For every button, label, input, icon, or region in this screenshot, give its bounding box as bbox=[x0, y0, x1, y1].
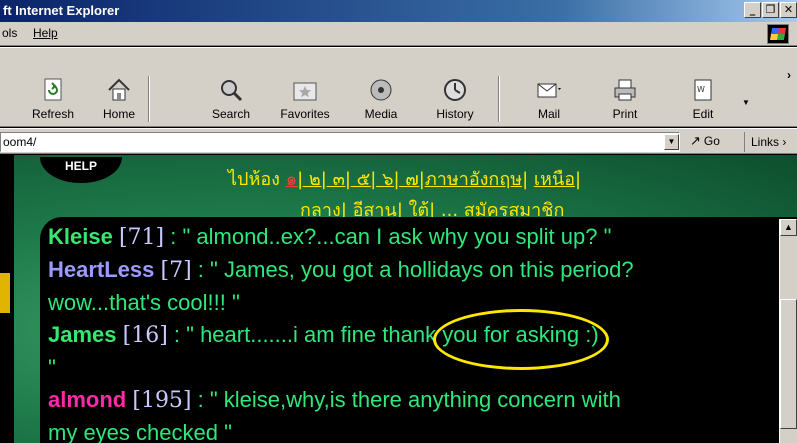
chat-message: : " heart.......i am fine thank you for … bbox=[167, 322, 599, 347]
chat-username[interactable]: Kleise bbox=[48, 224, 113, 249]
toolbar-overflow-chevron-icon[interactable]: › bbox=[787, 68, 791, 82]
history-icon bbox=[441, 76, 469, 104]
search-button[interactable]: Search bbox=[200, 76, 262, 121]
chat-line: James [16] : " heart.......i am fine tha… bbox=[48, 319, 768, 352]
favorites-icon bbox=[291, 76, 319, 104]
nav-room-1-link[interactable]: ๑ bbox=[286, 169, 297, 190]
go-button[interactable]: ↗ Go bbox=[690, 134, 720, 149]
refresh-label: Refresh bbox=[31, 107, 75, 121]
address-bar: oom4/ ▼ ↗ Go Links › bbox=[0, 128, 797, 154]
help-button[interactable]: HELP bbox=[40, 157, 122, 183]
chat-line: Kleise [71] : " almond..ex?...can I ask … bbox=[48, 221, 768, 254]
toolbar-separator bbox=[498, 76, 500, 122]
chat-log: Kleise [71] : " almond..ex?...can I ask … bbox=[48, 221, 768, 443]
print-button[interactable]: Print bbox=[594, 76, 656, 121]
close-button[interactable]: ✕ bbox=[780, 2, 797, 18]
chat-post-count: [71] bbox=[118, 225, 165, 250]
mail-button[interactable]: Mail bbox=[518, 76, 580, 121]
chat-line: my eyes checked " bbox=[48, 417, 768, 443]
window-title-bar: ft Internet Explorer _ ❐ ✕ bbox=[0, 0, 797, 22]
menu-bar: ols Help bbox=[0, 22, 797, 46]
chat-message: wow...that's cool!!! " bbox=[48, 290, 240, 315]
address-dropdown-icon[interactable]: ▼ bbox=[664, 134, 679, 150]
chat-message: : " almond..ex?...can I ask why you spli… bbox=[164, 224, 612, 249]
edit-label: Edit bbox=[692, 107, 714, 121]
nav-room-links[interactable]: | ๒| ๓| ๕| ๖| ๗| bbox=[297, 169, 425, 190]
print-icon bbox=[611, 76, 639, 104]
svg-text:W: W bbox=[697, 85, 705, 94]
standard-toolbar: Refresh Home Search Favorites Media Hist… bbox=[0, 47, 797, 127]
links-button[interactable]: Links › bbox=[744, 132, 786, 152]
chat-message: : " James, you got a hollidays on this p… bbox=[191, 257, 634, 282]
home-label: Home bbox=[102, 107, 135, 121]
search-label: Search bbox=[211, 107, 251, 121]
chat-panel: Kleise [71] : " almond..ex?...can I ask … bbox=[40, 217, 797, 443]
page-content: HELP ไปห้อง ๑| ๒| ๓| ๕| ๖| ๗|ภาษาอังกฤษ|… bbox=[0, 155, 797, 443]
go-label: Go bbox=[703, 134, 720, 148]
minimize-button[interactable]: _ bbox=[744, 2, 761, 18]
chat-post-count: [16] bbox=[122, 323, 168, 348]
go-arrow-icon: ↗ bbox=[690, 134, 701, 149]
restore-button[interactable]: ❐ bbox=[762, 2, 779, 18]
menu-help[interactable]: Help bbox=[33, 26, 58, 40]
left-frame-strip bbox=[0, 155, 14, 443]
favorites-label: Favorites bbox=[280, 107, 330, 121]
edit-dropdown-arrow-icon[interactable]: ▼ bbox=[742, 98, 750, 107]
media-button[interactable]: Media bbox=[350, 76, 412, 121]
window-title: ft Internet Explorer bbox=[3, 3, 120, 18]
scroll-thumb[interactable] bbox=[780, 299, 797, 429]
home-button[interactable]: Home bbox=[88, 76, 150, 121]
chat-line: almond [195] : " kleise,why,is there any… bbox=[48, 384, 768, 417]
nav-sep: | bbox=[575, 169, 582, 190]
menu-tools[interactable]: ols bbox=[2, 26, 17, 40]
chat-username[interactable]: HeartLess bbox=[48, 257, 154, 282]
chat-post-count: [195] bbox=[132, 388, 192, 413]
favorites-button[interactable]: Favorites bbox=[274, 76, 336, 121]
scroll-up-arrow-icon[interactable]: ▲ bbox=[780, 219, 797, 236]
chat-line: HeartLess [7] : " James, you got a holli… bbox=[48, 254, 768, 287]
media-label: Media bbox=[364, 107, 398, 121]
chat-vertical-scrollbar[interactable]: ▲ bbox=[779, 219, 797, 443]
home-icon bbox=[105, 76, 133, 104]
history-label: History bbox=[436, 107, 474, 121]
nav-prefix: ไปห้อง bbox=[228, 169, 280, 190]
chat-line: wow...that's cool!!! " bbox=[48, 287, 768, 319]
nav-sep: | bbox=[522, 169, 534, 190]
toolbar-separator bbox=[148, 76, 150, 122]
nav-north-link[interactable]: เหนือ bbox=[534, 169, 575, 190]
edit-button[interactable]: W Edit bbox=[672, 76, 734, 121]
media-icon bbox=[367, 76, 395, 104]
mail-label: Mail bbox=[537, 107, 560, 121]
history-button[interactable]: History bbox=[424, 76, 486, 121]
chat-message: " bbox=[48, 355, 56, 380]
chat-post-count: [7] bbox=[160, 258, 192, 283]
address-input[interactable]: oom4/ bbox=[0, 132, 680, 152]
refresh-button[interactable]: Refresh bbox=[22, 76, 84, 121]
links-chevron-icon: › bbox=[782, 135, 787, 149]
chat-username[interactable]: almond bbox=[48, 387, 126, 412]
window-controls: _ ❐ ✕ bbox=[743, 2, 797, 18]
room-nav-line1: ไปห้อง ๑| ๒| ๓| ๕| ๖| ๗|ภาษาอังกฤษ| เหนื… bbox=[228, 164, 581, 193]
chat-username[interactable]: James bbox=[48, 322, 117, 347]
mail-icon bbox=[535, 76, 563, 104]
refresh-icon bbox=[39, 76, 67, 104]
print-label: Print bbox=[612, 107, 638, 121]
windows-logo-icon bbox=[767, 24, 789, 44]
nav-english-link[interactable]: ภาษาอังกฤษ bbox=[425, 169, 522, 190]
links-label: Links bbox=[751, 135, 780, 149]
chat-message: : " kleise,why,is there anything concern… bbox=[191, 387, 621, 412]
chat-line: " bbox=[48, 352, 768, 384]
search-icon bbox=[217, 76, 245, 104]
edit-icon: W bbox=[689, 76, 717, 104]
chat-message: my eyes checked " bbox=[48, 420, 232, 443]
